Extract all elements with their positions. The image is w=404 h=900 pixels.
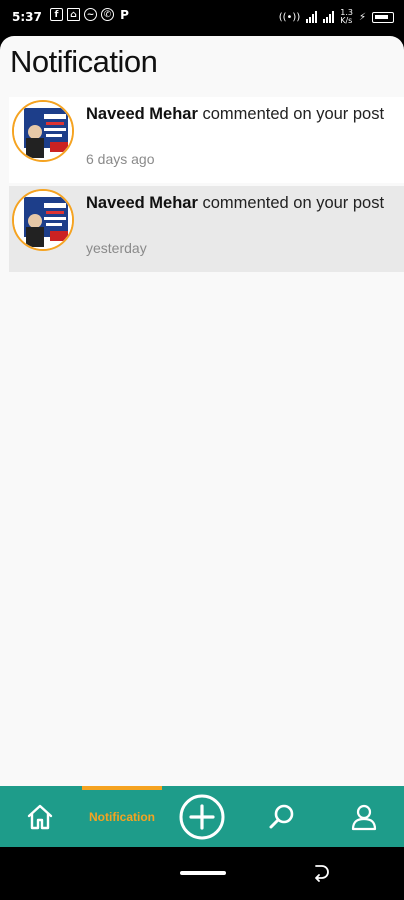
avatar-image xyxy=(14,102,72,160)
system-nav-bar xyxy=(0,847,404,900)
facebook-icon: f xyxy=(50,8,63,21)
notification-user: Naveed Mehar xyxy=(86,194,198,212)
status-time: 5:37 xyxy=(12,10,42,24)
home-gesture-pill[interactable] xyxy=(180,871,226,875)
app-surface: Notification Naveed Mehar commented on y… xyxy=(0,36,404,786)
bottom-nav: Notification xyxy=(0,786,404,847)
notification-item[interactable]: Naveed Mehar commented on your post yest… xyxy=(9,186,404,272)
signal-icon xyxy=(306,11,318,23)
search-icon xyxy=(269,804,294,828)
notification-action: commented on your post xyxy=(197,105,385,123)
signal-2-icon xyxy=(323,11,335,23)
messenger-icon: ~ xyxy=(84,8,97,21)
profile-icon xyxy=(351,804,377,830)
add-icon xyxy=(179,794,225,839)
active-tab-indicator xyxy=(82,786,162,790)
avatar[interactable] xyxy=(12,189,74,251)
nav-home[interactable] xyxy=(10,786,70,847)
nav-add[interactable] xyxy=(172,786,232,847)
notification-action: commented on your post xyxy=(197,194,385,212)
charging-icon: ⚡ xyxy=(358,11,366,23)
nav-notification-label: Notification xyxy=(89,809,155,824)
avatar[interactable] xyxy=(12,100,74,162)
status-app-icons: f ⌂ ~ ✆ P xyxy=(50,7,131,22)
back-icon[interactable] xyxy=(312,863,330,883)
status-bar: 5:37 f ⌂ ~ ✆ P ((•)) 1.3 K/s ⚡ xyxy=(0,0,404,36)
page-title: Notification xyxy=(10,44,158,79)
nav-profile[interactable] xyxy=(334,786,394,847)
avatar-image xyxy=(14,191,72,249)
notification-text: Naveed Mehar commented on your post xyxy=(86,103,386,125)
status-right: ((•)) 1.3 K/s ⚡ xyxy=(279,9,394,25)
notification-user: Naveed Mehar xyxy=(86,105,198,123)
notification-item[interactable]: Naveed Mehar commented on your post 6 da… xyxy=(9,97,404,183)
notification-time: yesterday xyxy=(86,240,147,256)
notification-time: 6 days ago xyxy=(86,151,155,167)
network-speed: 1.3 K/s xyxy=(340,8,353,25)
store-icon: ⌂ xyxy=(67,8,80,21)
hotspot-icon: ((•)) xyxy=(278,11,301,23)
nav-search[interactable] xyxy=(252,786,312,847)
nav-notification[interactable]: Notification xyxy=(82,786,162,847)
p-app-icon: P xyxy=(120,7,129,22)
home-icon xyxy=(27,804,53,829)
battery-icon xyxy=(372,11,394,23)
notification-text: Naveed Mehar commented on your post xyxy=(86,192,386,214)
whatsapp-icon: ✆ xyxy=(101,8,114,21)
